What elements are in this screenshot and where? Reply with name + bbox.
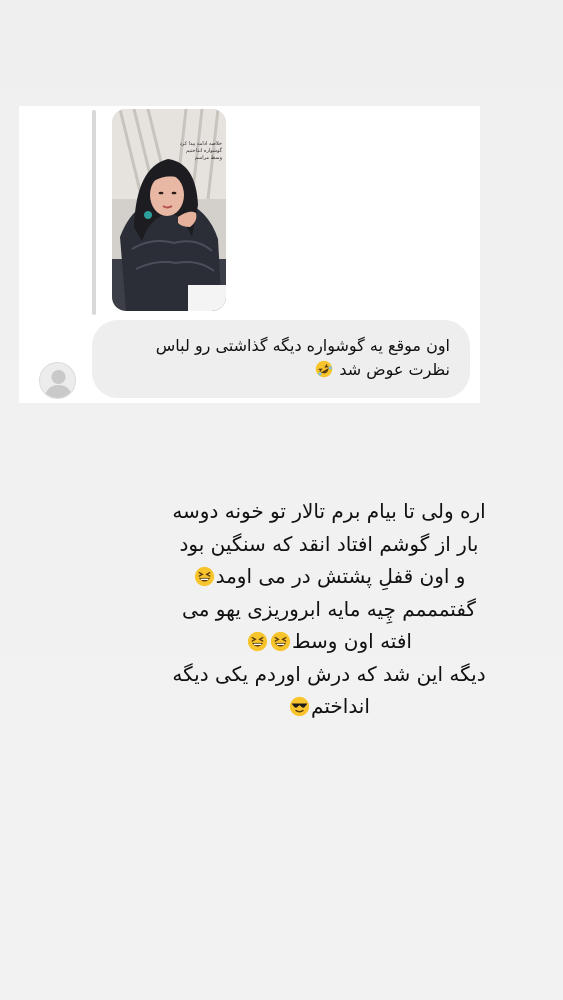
- grinning-squinting-face-emoji: [194, 566, 214, 587]
- message-line-2: نظرت عوض شد: [106, 358, 450, 382]
- reply-indicator-bar: [92, 110, 96, 315]
- grinning-squinting-face-emoji: [247, 631, 268, 652]
- message-line-2-text: نظرت عوض شد: [339, 360, 450, 379]
- story-line-3: و اون قفلِ پشتش در می اومد: [140, 560, 518, 593]
- smiling-face-with-sunglasses-emoji: [289, 696, 310, 717]
- message-text: اون موقع یه گوشواره دیگه گذاشتی رو لباس …: [106, 334, 450, 382]
- story-line-6: دیگه این شد که درش اوردم یکی دیگه: [172, 661, 486, 686]
- story-caption-line: خلاصه ادامه پیدا کرد: [179, 141, 222, 147]
- story-line-5-text: افته اون وسط: [292, 629, 412, 653]
- sender-avatar[interactable]: [39, 362, 76, 399]
- story-line-7: انداختم: [140, 690, 518, 723]
- message-bubble[interactable]: اون موقع یه گوشواره دیگه گذاشتی رو لباس …: [92, 320, 470, 398]
- rolling-on-floor-laughing-emoji: [316, 360, 333, 378]
- story-caption-line: وسط مراسم: [194, 155, 222, 161]
- story-line-5: افته اون وسط: [140, 625, 518, 658]
- grinning-squinting-face-emoji: [270, 631, 291, 652]
- story-reply-thumbnail[interactable]: خلاصه ادامه پیدا کرد گوشواره انداختیم وس…: [112, 109, 226, 311]
- message-line-1: اون موقع یه گوشواره دیگه گذاشتی رو لباس: [155, 336, 450, 355]
- story-caption: خلاصه ادامه پیدا کرد گوشواره انداختیم وس…: [162, 141, 222, 162]
- story-line-7-text: انداختم: [311, 694, 370, 718]
- story-caption-line: گوشواره انداختیم: [186, 148, 222, 154]
- story-line-2: بار از گوشم افتاد انقد که سنگین بود: [179, 531, 479, 556]
- story-line-1: اره ولی تا بیام برم تالار تو خونه دوسه: [172, 499, 486, 523]
- story-line-4: گفتمممم چِیه مایه ابروریزی یهو می: [182, 596, 476, 621]
- story-photo: [112, 109, 226, 311]
- story-line-3-text: و اون قفلِ پشتش در می اومد: [215, 564, 466, 588]
- story-text: اره ولی تا بیام برم تالار تو خونه دوسه ب…: [140, 495, 518, 723]
